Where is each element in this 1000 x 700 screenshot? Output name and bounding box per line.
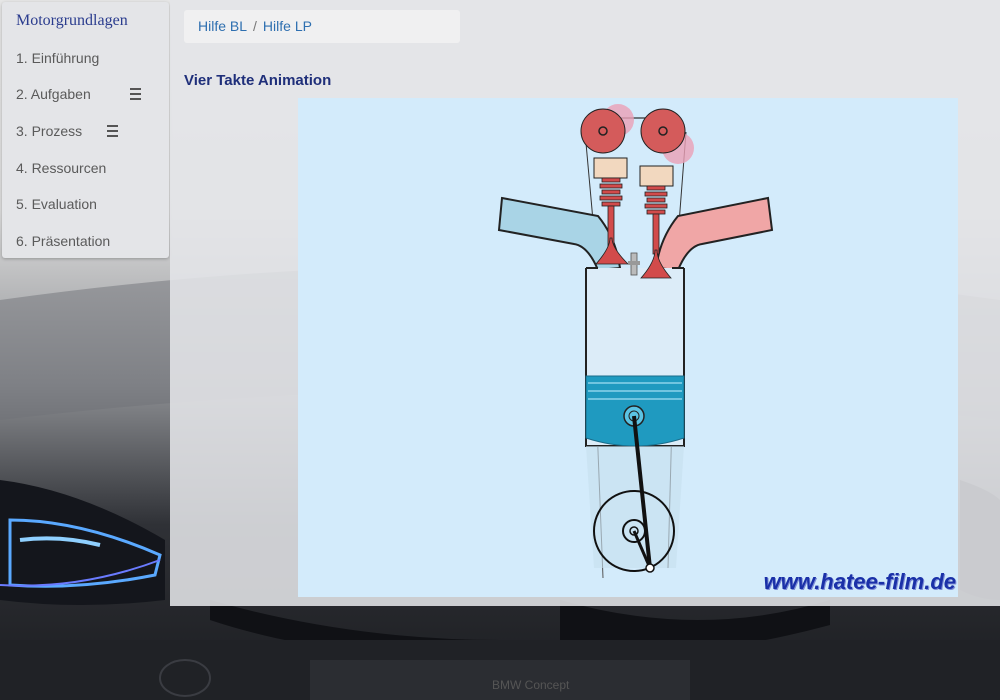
sidebar-item-label: 5. Evaluation: [16, 196, 97, 212]
sidebar-item-evaluation[interactable]: 5. Evaluation: [16, 192, 166, 216]
main-panel: Hilfe BL / Hilfe LP Vier Takte Animation: [170, 0, 1000, 606]
sidebar-item-label: 1. Einführung: [16, 50, 100, 66]
breadcrumb-link-hilfe-bl[interactable]: Hilfe BL: [198, 18, 247, 34]
section-title: Vier Takte Animation: [184, 72, 332, 89]
sidebar-item-label: 3. Prozess: [16, 123, 83, 139]
engine-diagram: [497, 104, 774, 579]
sidebar-item-aufgaben[interactable]: 2. Aufgaben: [16, 82, 166, 106]
sidebar-title[interactable]: Motorgrundlagen: [16, 12, 128, 30]
sidebar-item-einfuehrung[interactable]: 1. Einführung: [16, 46, 166, 70]
breadcrumb-separator: /: [253, 18, 257, 34]
sidebar-item-label: 6. Präsentation: [16, 233, 111, 249]
breadcrumb-link-hilfe-lp[interactable]: Hilfe LP: [263, 18, 312, 34]
sidebar-item-label: 4. Ressourcen: [16, 160, 107, 176]
sidebar-item-label: 2. Aufgaben: [16, 86, 91, 102]
four-stroke-engine-animation[interactable]: www.hatee-film.de: [298, 98, 958, 597]
menu-icon[interactable]: [130, 88, 141, 100]
menu-icon[interactable]: [107, 125, 118, 137]
sidebar: Motorgrundlagen 1. Einführung 2. Aufgabe…: [2, 2, 169, 258]
sidebar-item-prozess[interactable]: 3. Prozess: [16, 119, 166, 143]
watermark-text: www.hatee-film.de: [763, 569, 956, 594]
sidebar-item-praesentation[interactable]: 6. Präsentation: [16, 229, 166, 253]
sidebar-item-ressourcen[interactable]: 4. Ressourcen: [16, 156, 166, 180]
background-caption: BMW Concept: [492, 678, 570, 692]
breadcrumb: Hilfe BL / Hilfe LP: [184, 10, 460, 43]
